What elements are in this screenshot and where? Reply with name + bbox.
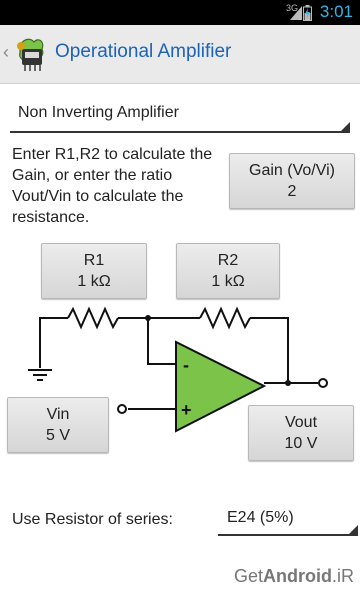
inverting-input-wire [147,318,176,365]
page-title: Operational Amplifier [55,41,232,62]
up-caret-icon[interactable]: ‹ [3,42,9,63]
resistor-series-spinner[interactable]: E24 (5%) [218,504,358,536]
vout-button[interactable]: Vout 10 V [248,405,354,461]
ground-wire [39,317,68,368]
watermark-brand: Android [263,566,332,586]
output-junction-dot [285,380,291,386]
vout-value: 10 V [284,435,318,452]
amplifier-type-value: Non Inverting Amplifier [18,104,179,121]
watermark: GetAndroid.iR [234,566,354,587]
resistor-series-value: E24 (5%) [227,509,294,526]
vin-terminal [117,404,127,414]
gain-button[interactable]: Gain (Vo/Vi) 2 [229,153,355,209]
dropdown-arrow-icon [349,525,358,534]
vout-terminal [318,378,328,388]
signal-icon [290,6,302,20]
r2-resistor [199,306,251,330]
r1-resistor [67,306,119,330]
amplifier-type-spinner[interactable]: Non Inverting Amplifier [10,97,350,133]
vin-value: 5 V [45,427,70,444]
battery-icon [303,5,312,21]
watermark-prefix: Get [233,566,263,586]
r1-value: 1 kΩ [77,273,111,290]
vin-button[interactable]: Vin 5 V [7,397,109,453]
clock: 3:01 [319,2,353,21]
status-bar: 3G 3:01 [0,0,360,25]
junction-dot [145,315,151,321]
action-bar: ‹ Operational Amplifier [0,25,360,84]
plus-sign: + [181,400,192,420]
app-logo-icon[interactable] [12,33,50,73]
watermark-suffix: .iR [332,566,354,586]
dropdown-arrow-icon [341,122,350,131]
vout-label: Vout [284,414,318,431]
r2-value: 1 kΩ [211,273,245,290]
gain-label: Gain (Vo/Vi) [249,162,335,179]
vin-label: Vin [46,406,70,423]
instructions-text: Enter R1,R2 to calculate the Gain, or en… [12,146,213,226]
r2-label: R2 [217,252,239,269]
r1-label: R1 [83,252,105,269]
minus-sign: - [183,355,189,375]
feedback-wire [250,317,289,383]
resistor-series-label: Use Resistor of series: [12,511,173,528]
gain-value: 2 [287,183,297,200]
